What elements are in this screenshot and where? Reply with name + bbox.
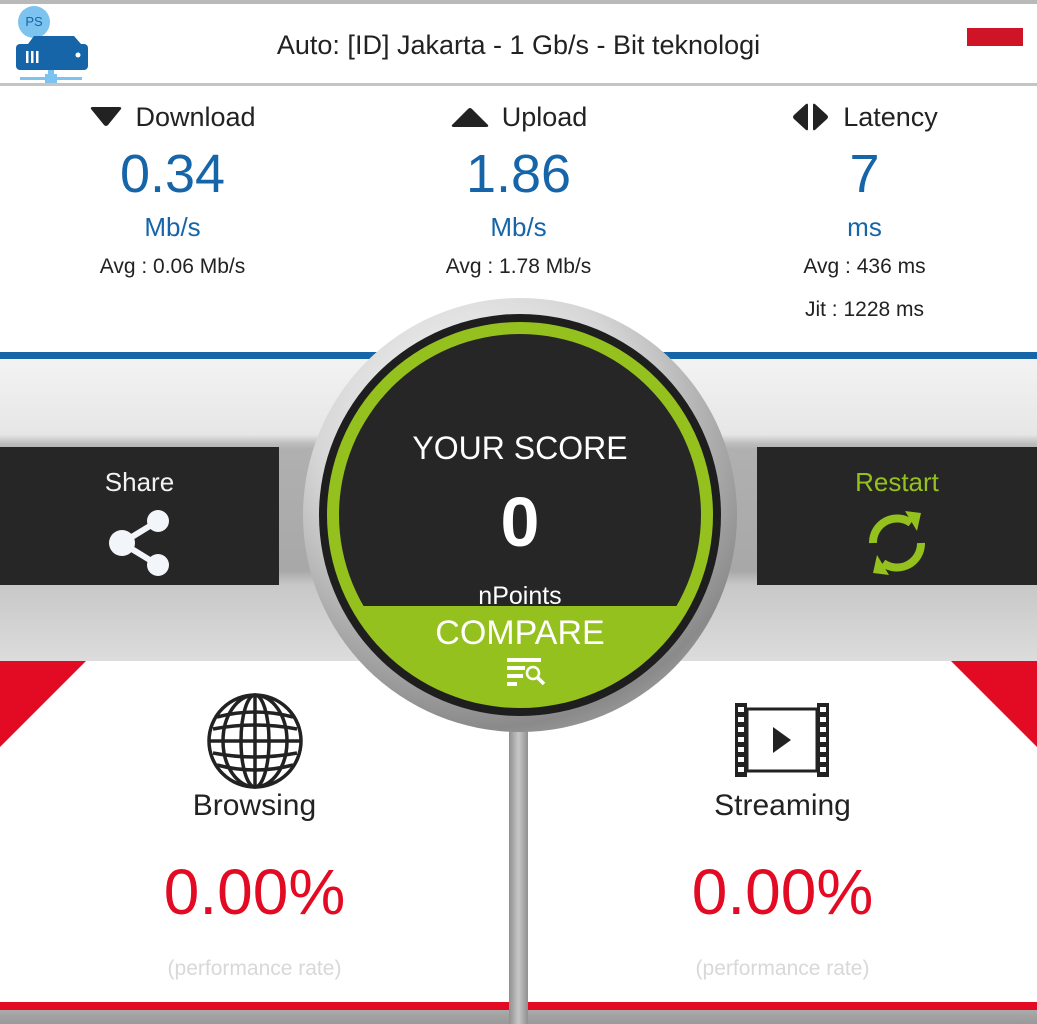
center-divider <box>509 700 528 1024</box>
card-bottom-bar <box>528 1002 1037 1010</box>
refresh-icon <box>868 511 926 575</box>
header-bar: PS Auto: [ID] Jakarta - 1 Gb/s - Bit tek… <box>0 0 1037 86</box>
server-selector[interactable]: Auto: [ID] Jakarta - 1 Gb/s - Bit teknol… <box>0 30 1037 61</box>
upload-value: 1.86 <box>465 144 572 204</box>
globe-icon <box>205 691 305 796</box>
download-avg: Avg : 0.06 Mb/s <box>99 255 246 278</box>
compare-search-icon <box>507 658 546 686</box>
download-value: 0.34 <box>119 144 226 204</box>
dial-green-ring: YOUR SCORE 0 nPoints COMPARE <box>327 322 713 708</box>
corner-accent <box>0 661 86 747</box>
score-panel: YOUR SCORE 0 nPoints <box>339 334 701 610</box>
share-button[interactable]: Share <box>0 447 279 585</box>
dial-ring: YOUR SCORE 0 nPoints COMPARE <box>319 314 721 716</box>
browsing-value: 0.00% <box>163 856 346 928</box>
latency-label: Latency <box>843 101 938 132</box>
streaming-title: Streaming <box>714 789 851 822</box>
restart-label: Restart <box>855 467 939 497</box>
logo-badge: PS <box>25 14 43 29</box>
upload-metric: Upload 1.86 Mb/s Avg : 1.78 Mb/s <box>346 86 691 280</box>
share-icon <box>108 510 169 576</box>
latency-value: 7 <box>849 144 880 204</box>
latency-metric: Latency 7 ms Avg : 436 ms Jit : 1228 ms <box>692 86 1037 323</box>
latency-jitter: Jit : 1228 ms <box>804 298 925 321</box>
upload-avg: Avg : 1.78 Mb/s <box>445 255 592 278</box>
film-play-icon <box>733 691 833 786</box>
streaming-subtitle: (performance rate) <box>695 957 870 980</box>
corner-accent <box>951 661 1037 747</box>
share-label: Share <box>104 467 175 497</box>
triangle-down-icon <box>91 107 122 126</box>
upload-unit: Mb/s <box>490 212 547 242</box>
browsing-subtitle: (performance rate) <box>167 957 342 980</box>
browsing-title: Browsing <box>192 789 317 822</box>
card-bottom-bar <box>0 1002 509 1010</box>
country-flag-icon[interactable] <box>967 28 1023 46</box>
score-title: YOUR SCORE <box>412 430 628 466</box>
download-unit: Mb/s <box>144 212 201 242</box>
compare-label: COMPARE <box>435 614 605 652</box>
upload-label: Upload <box>501 101 588 132</box>
download-label: Download <box>135 101 256 132</box>
restart-button[interactable]: Restart <box>757 447 1037 585</box>
triangle-up-icon <box>451 108 488 127</box>
score-dial: YOUR SCORE 0 nPoints COMPARE <box>303 298 737 732</box>
streaming-value: 0.00% <box>691 856 874 928</box>
download-metric: Download 0.34 Mb/s Avg : 0.06 Mb/s <box>0 86 345 280</box>
latency-avg: Avg : 436 ms <box>803 255 926 278</box>
compare-button[interactable]: COMPARE <box>339 606 701 696</box>
score-value: 0 <box>500 483 540 561</box>
dial-face: YOUR SCORE 0 nPoints COMPARE <box>339 334 701 696</box>
latency-unit: ms <box>847 212 882 242</box>
latency-arrows-icon <box>793 103 829 131</box>
